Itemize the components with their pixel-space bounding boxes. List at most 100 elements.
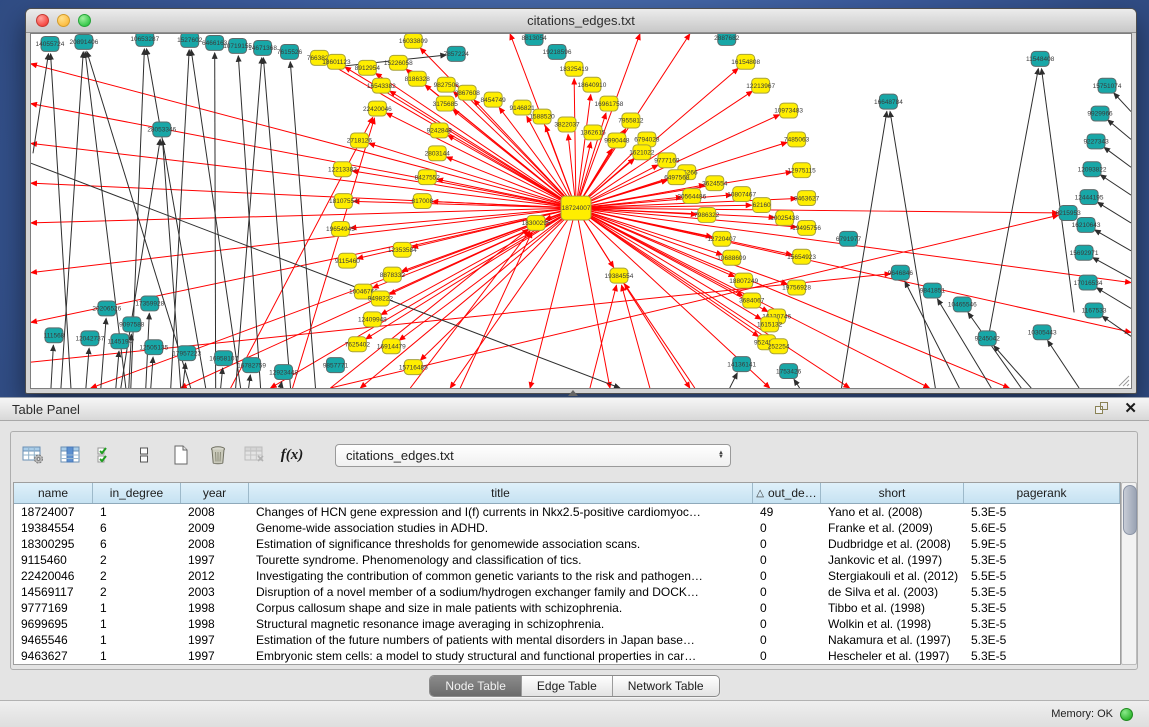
function-builder-icon[interactable]: f(x) [280, 443, 304, 467]
table-cell[interactable]: 1998 [181, 616, 249, 632]
table-cell[interactable]: 9465546 [14, 632, 93, 648]
table-row[interactable]: 1830029562008Estimation of significance … [14, 536, 1120, 552]
table-cell[interactable]: Investigating the contribution of common… [249, 568, 753, 584]
table-cell[interactable]: 1 [93, 616, 181, 632]
close-panel-icon[interactable]: ✕ [1124, 402, 1137, 416]
table-cell[interactable]: Tibbo et al. (1998) [821, 600, 964, 616]
table-settings-icon[interactable] [21, 443, 45, 467]
table-row[interactable]: 977716911998Corpus callosum shape and si… [14, 600, 1120, 616]
table-cell[interactable]: 1997 [181, 648, 249, 664]
table-cell[interactable]: 0 [753, 616, 821, 632]
table-cell[interactable]: 5.3E-5 [964, 504, 1120, 520]
table-cell[interactable]: de Silva et al. (2003) [821, 584, 964, 600]
table-cell[interactable]: 9699695 [14, 616, 93, 632]
table-cell[interactable]: 49 [753, 504, 821, 520]
table-cell[interactable]: 2003 [181, 584, 249, 600]
column-header-in_degree[interactable]: in_degree [93, 483, 181, 503]
table-cell[interactable]: 0 [753, 584, 821, 600]
table-cell[interactable]: 5.6E-5 [964, 520, 1120, 536]
table-cell[interactable]: 9115460 [14, 552, 93, 568]
table-cell[interactable]: 2 [93, 552, 181, 568]
table-cell[interactable]: 0 [753, 568, 821, 584]
table-cell[interactable]: 6 [93, 520, 181, 536]
table-cell[interactable]: 0 [753, 552, 821, 568]
float-panel-icon[interactable] [1095, 402, 1110, 416]
column-header-short[interactable]: short [821, 483, 964, 503]
table-cell[interactable]: 1 [93, 632, 181, 648]
zoom-window-icon[interactable] [78, 14, 91, 27]
table-cell[interactable]: Embryonic stem cells: a model to study s… [249, 648, 753, 664]
table-cell[interactable]: 18300295 [14, 536, 93, 552]
table-cell[interactable]: 22420046 [14, 568, 93, 584]
table-scrollbar[interactable] [1121, 482, 1137, 665]
table-cell[interactable]: 5.9E-5 [964, 536, 1120, 552]
table-cell[interactable]: 2008 [181, 504, 249, 520]
network-canvas[interactable]: 1405572420891406106532871527602646616310… [30, 33, 1132, 389]
new-table-icon[interactable] [169, 443, 193, 467]
table-cell[interactable]: 0 [753, 536, 821, 552]
table-cell[interactable]: 9463627 [14, 648, 93, 664]
network-graph[interactable]: 1405572420891406106532871527602646616310… [31, 34, 1131, 388]
tab-network-table[interactable]: Network Table [612, 676, 719, 696]
table-cell[interactable]: Estimation of significance thresholds fo… [249, 536, 753, 552]
table-cell[interactable]: 1997 [181, 552, 249, 568]
table-row[interactable]: 1938455462009Genome-wide association stu… [14, 520, 1120, 536]
table-cell[interactable]: 5.5E-5 [964, 568, 1120, 584]
panel-resize-handle-icon[interactable] [568, 390, 578, 396]
table-cell[interactable]: Wolkin et al. (1998) [821, 616, 964, 632]
table-cell[interactable]: Genome-wide association studies in ADHD. [249, 520, 753, 536]
table-cell[interactable]: 2 [93, 568, 181, 584]
table-cell[interactable]: Disruption of a novel member of a sodium… [249, 584, 753, 600]
table-cell[interactable]: Stergiakouli et al. (2012) [821, 568, 964, 584]
table-row[interactable]: 911546021997Tourette syndrome. Phenomeno… [14, 552, 1120, 568]
tab-edge-table[interactable]: Edge Table [521, 676, 612, 696]
table-cell[interactable]: 2012 [181, 568, 249, 584]
table-selector-dropdown[interactable]: citations_edges.txt ▲▼ [335, 444, 731, 467]
minimize-window-icon[interactable] [57, 14, 70, 27]
table-cell[interactable]: 1 [93, 504, 181, 520]
table-cell[interactable]: 5.3E-5 [964, 648, 1120, 664]
table-cell[interactable]: 5.3E-5 [964, 584, 1120, 600]
table-cell[interactable]: 5.3E-5 [964, 552, 1120, 568]
table-row[interactable]: 969969511998Structural magnetic resonanc… [14, 616, 1120, 632]
table-cell[interactable]: Nakamura et al. (1997) [821, 632, 964, 648]
table-cell[interactable]: Tourette syndrome. Phenomenology and cla… [249, 552, 753, 568]
column-header-pagerank[interactable]: pagerank [964, 483, 1120, 503]
table-cell[interactable]: 14569117 [14, 584, 93, 600]
table-cell[interactable]: 1 [93, 600, 181, 616]
import-table-disabled-icon[interactable] [243, 443, 267, 467]
close-window-icon[interactable] [36, 14, 49, 27]
column-header-out_de[interactable]: △out_de… [753, 483, 821, 503]
tab-node-table[interactable]: Node Table [430, 676, 521, 696]
show-columns-icon[interactable] [58, 443, 82, 467]
table-cell[interactable]: 9777169 [14, 600, 93, 616]
delete-table-icon[interactable] [206, 443, 230, 467]
column-header-year[interactable]: year [181, 483, 249, 503]
table-cell[interactable]: Yano et al. (2008) [821, 504, 964, 520]
table-cell[interactable]: 0 [753, 600, 821, 616]
table-cell[interactable]: 6 [93, 536, 181, 552]
column-header-title[interactable]: title [249, 483, 753, 503]
select-visible-columns-icon[interactable] [95, 443, 119, 467]
table-cell[interactable]: Estimation of the future numbers of pati… [249, 632, 753, 648]
table-cell[interactable]: 0 [753, 648, 821, 664]
column-header-name[interactable]: name [14, 483, 93, 503]
table-cell[interactable]: 1998 [181, 600, 249, 616]
table-cell[interactable]: 2009 [181, 520, 249, 536]
table-cell[interactable]: Franke et al. (2009) [821, 520, 964, 536]
table-cell[interactable]: 5.3E-5 [964, 600, 1120, 616]
table-cell[interactable]: 5.3E-5 [964, 632, 1120, 648]
table-cell[interactable]: 0 [753, 520, 821, 536]
table-cell[interactable]: 18724007 [14, 504, 93, 520]
row-height-icon[interactable] [132, 443, 156, 467]
table-row[interactable]: 946362711997Embryonic stem cells: a mode… [14, 648, 1120, 664]
table-cell[interactable]: 0 [753, 632, 821, 648]
table-row[interactable]: 2242004622012Investigating the contribut… [14, 568, 1120, 584]
table-cell[interactable]: 5.3E-5 [964, 616, 1120, 632]
table-cell[interactable]: 1 [93, 648, 181, 664]
table-row[interactable]: 946554611997Estimation of the future num… [14, 632, 1120, 648]
table-cell[interactable]: Hescheler et al. (1997) [821, 648, 964, 664]
table-row[interactable]: 1872400712008Changes of HCN gene express… [14, 504, 1120, 520]
scrollbar-thumb[interactable] [1123, 485, 1137, 535]
table-cell[interactable]: 19384554 [14, 520, 93, 536]
